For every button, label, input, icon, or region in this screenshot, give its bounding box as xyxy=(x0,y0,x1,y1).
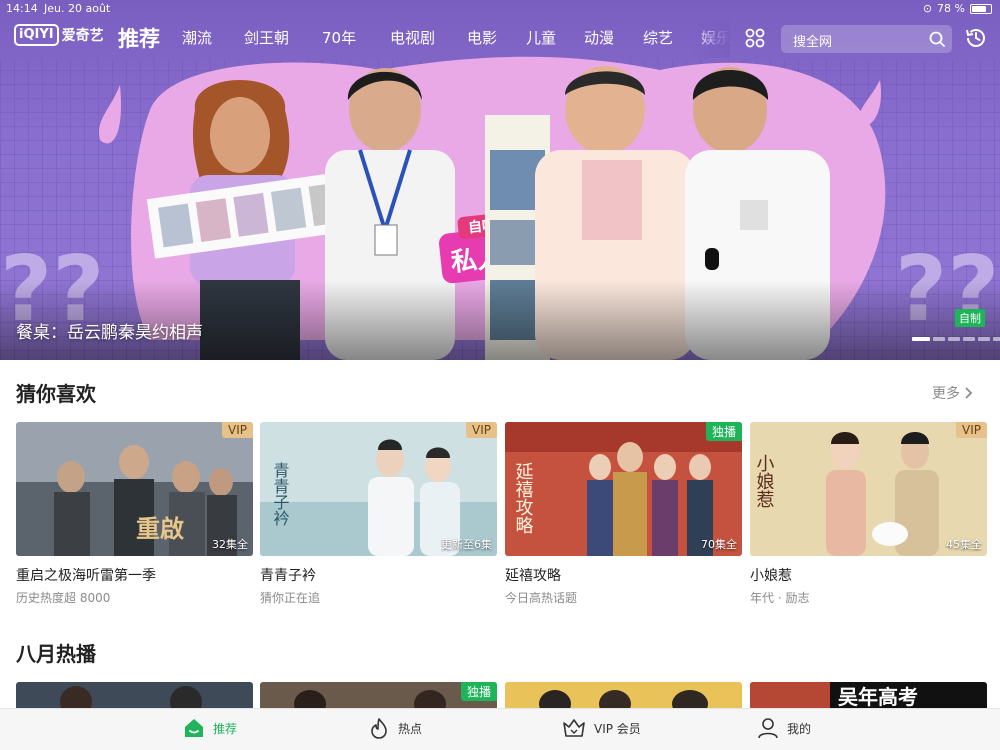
video-title[interactable]: 小娘惹 xyxy=(750,565,987,585)
vip-badge: VIP xyxy=(222,422,253,438)
video-poster[interactable]: 延禧攻略 独播 70集全 xyxy=(505,422,742,556)
carousel-dot[interactable] xyxy=(933,337,945,341)
hero-caption[interactable]: 餐桌：岳云鹏秦昊约相声 xyxy=(16,318,203,343)
carousel-dot[interactable] xyxy=(993,337,1000,341)
vip-badge: VIP xyxy=(466,422,497,438)
nav-tab-anime[interactable]: 动漫 xyxy=(584,27,614,48)
status-time: 14:14 xyxy=(6,2,38,15)
poster-title-text: 延禧攻略 xyxy=(513,462,534,534)
poster-title-text: 吴年高考 xyxy=(838,685,918,709)
battery-icon xyxy=(970,3,992,14)
tab-label: VIP 会员 xyxy=(594,721,641,736)
more-button[interactable]: 更多 xyxy=(932,383,974,403)
nav-tab-recommend[interactable]: 推荐 xyxy=(118,23,160,53)
episode-count: 32集全 xyxy=(212,538,248,551)
video-title[interactable]: 重启之极海听雷第一季 xyxy=(16,565,253,585)
episode-count: 70集全 xyxy=(701,538,737,551)
carousel-dot[interactable] xyxy=(912,337,930,341)
episode-count: 更新至6集 xyxy=(441,538,492,551)
orientation-lock-icon: ⊙ xyxy=(922,2,933,15)
video-subtitle: 历史热度超 8000 xyxy=(16,591,111,605)
tab-label: 我的 xyxy=(787,721,812,736)
nav-tab-kids[interactable]: 儿童 xyxy=(526,27,556,48)
episode-count: 45集全 xyxy=(946,538,982,551)
tab-label: 推荐 xyxy=(213,721,238,736)
iqiyi-logo-mark: iQIYI xyxy=(14,24,59,46)
video-poster[interactable]: 青青子衿 VIP 更新至6集 xyxy=(260,422,497,556)
video-title[interactable]: 延禧攻略 xyxy=(505,565,742,585)
hero-original-badge: 自制 xyxy=(955,309,985,327)
hero-banner[interactable]: ?? ?? 自嗨锅 私人餐桌 xyxy=(0,0,1000,360)
chevron-right-icon xyxy=(965,387,973,399)
exclusive-badge: 独播 xyxy=(460,682,497,701)
video-card[interactable]: 重啟 VIP 32集全 重启之极海听雷第一季 历史热度超 8000 xyxy=(16,422,253,606)
carousel-dot[interactable] xyxy=(978,337,990,341)
flame-icon xyxy=(371,718,387,739)
video-card[interactable]: 小娘惹 VIP 45集全 小娘惹 年代 · 励志 xyxy=(750,422,987,606)
tab-vip[interactable]: VIP 会员 xyxy=(562,717,641,739)
status-right: ⊙ 78 % xyxy=(923,2,992,15)
iqiyi-logo-text: 爱奇艺 xyxy=(61,28,104,44)
poster-title-text: 重啟 xyxy=(136,514,184,543)
tab-recommend[interactable]: 推荐 xyxy=(183,717,237,739)
nav-tab-jianwangchao[interactable]: 剑王朝 xyxy=(244,27,289,48)
video-card[interactable]: 延禧攻略 独播 70集全 延禧攻略 今日高热话题 xyxy=(505,422,742,606)
search-icon[interactable] xyxy=(928,30,946,48)
app-logo[interactable]: iQIYI 爱奇艺 xyxy=(14,24,104,46)
section-title-guess-you-like: 猜你喜欢 xyxy=(16,382,96,406)
home-icon xyxy=(185,719,203,737)
video-poster[interactable]: 小娘惹 VIP 45集全 xyxy=(750,422,987,556)
nav-fade-overlay xyxy=(690,20,730,58)
status-bar: 14:14 Jeu. 20 août ⊙ 78 % xyxy=(0,0,1000,18)
carousel-dot[interactable] xyxy=(948,337,960,341)
video-subtitle: 今日高热话题 xyxy=(505,591,578,605)
bottom-tab-bar: 推荐 热点 VIP 会员 我的 xyxy=(0,708,1000,750)
section-title-august-hot: 八月热播 xyxy=(16,642,96,666)
crown-icon xyxy=(563,719,585,737)
nav-tab-variety[interactable]: 综艺 xyxy=(643,27,673,48)
carousel-indicator[interactable] xyxy=(912,337,1000,341)
video-subtitle: 年代 · 励志 xyxy=(750,591,810,605)
iqiyi-home: ?? ?? 自嗨锅 私人餐桌 xyxy=(0,0,1000,750)
nav-tab-trend[interactable]: 潮流 xyxy=(182,27,212,48)
tab-me[interactable]: 我的 xyxy=(757,717,811,739)
poster-title-text: 小娘惹 xyxy=(754,454,775,508)
video-subtitle: 猜你正在追 xyxy=(260,591,321,605)
nav-tab-movies[interactable]: 电影 xyxy=(467,27,497,48)
vip-badge: VIP xyxy=(956,422,987,438)
search-placeholder: 搜全网 xyxy=(793,35,833,50)
history-icon[interactable] xyxy=(964,26,988,50)
poster-title-text: 青青子衿 xyxy=(271,462,290,526)
battery-percentage: 78 % xyxy=(937,2,965,15)
nav-tab-70years[interactable]: 70年 xyxy=(322,27,356,48)
tab-hot[interactable]: 热点 xyxy=(368,717,422,739)
video-title[interactable]: 青青子衿 xyxy=(260,565,497,585)
nav-tab-tv-series[interactable]: 电视剧 xyxy=(390,27,435,48)
search-box[interactable]: 搜全网 xyxy=(781,25,952,53)
carousel-dot[interactable] xyxy=(963,337,975,341)
user-icon xyxy=(758,718,778,739)
video-card[interactable]: 青青子衿 VIP 更新至6集 青青子衿 猜你正在追 xyxy=(260,422,497,606)
status-date: Jeu. 20 août xyxy=(44,2,111,15)
category-grid-icon[interactable] xyxy=(745,28,765,48)
top-navigation: iQIYI 爱奇艺 推荐 潮流 剑王朝 70年 电视剧 电影 儿童 动漫 综艺 … xyxy=(0,20,1000,58)
exclusive-badge: 独播 xyxy=(705,422,742,441)
tab-label: 热点 xyxy=(398,721,423,736)
more-label: 更多 xyxy=(932,386,960,402)
battery-fill xyxy=(972,5,986,12)
video-poster[interactable]: 重啟 VIP 32集全 xyxy=(16,422,253,556)
